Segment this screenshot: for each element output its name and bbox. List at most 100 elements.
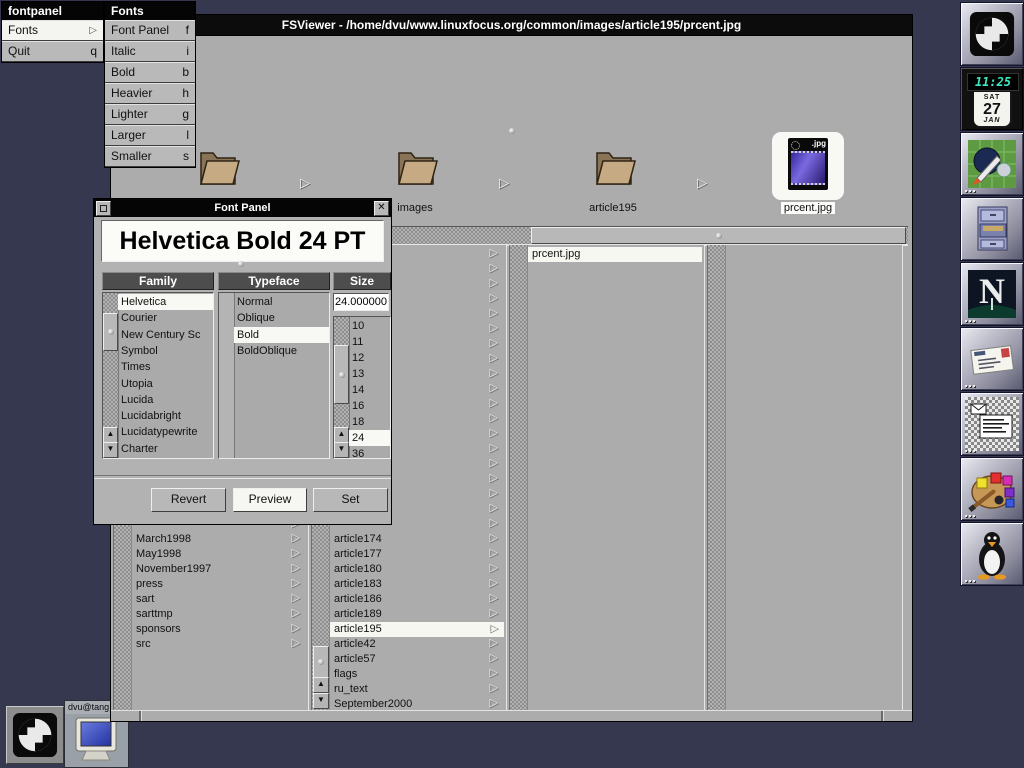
- browser-row[interactable]: article174▷: [330, 532, 504, 547]
- browser-row[interactable]: article189▷: [330, 607, 504, 622]
- list-item[interactable]: 24: [349, 430, 390, 446]
- list-item[interactable]: Helvetica: [118, 294, 213, 310]
- list-item[interactable]: Lucidatypewrite: [118, 424, 213, 440]
- window-resizebar[interactable]: [111, 710, 912, 721]
- close-button[interactable]: ✕: [374, 201, 389, 216]
- list-item[interactable]: Lucidabright: [118, 408, 213, 424]
- column-scrollbar[interactable]: [510, 245, 528, 710]
- list-item[interactable]: 14: [349, 382, 390, 398]
- newsreader-tile[interactable]: [960, 392, 1024, 456]
- folder-icon[interactable]: [391, 140, 439, 190]
- panel-dimple[interactable]: [238, 261, 244, 267]
- list-item[interactable]: BoldOblique: [234, 343, 329, 359]
- netscape-tile[interactable]: N: [960, 262, 1024, 326]
- column-scrollbar-knob[interactable]: [313, 646, 329, 678]
- font-panel-titlebar[interactable]: Font Panel ✕: [94, 199, 391, 217]
- list-item[interactable]: Courier: [118, 310, 213, 326]
- fontpanel-menu-item-quit[interactable]: Quitq: [2, 41, 103, 62]
- fonts-menu-item-larger[interactable]: Largerl: [105, 125, 195, 146]
- menu-item-shortcut: q: [90, 42, 97, 61]
- fontpanel-menu-item-fonts[interactable]: Fonts▷: [2, 20, 103, 41]
- palette-tile[interactable]: [960, 457, 1024, 521]
- browser-row[interactable]: ru_text▷: [330, 682, 504, 697]
- list-item-label: Bold: [237, 329, 259, 341]
- revert-button[interactable]: Revert: [151, 488, 226, 512]
- browser-row[interactable]: article177▷: [330, 547, 504, 562]
- browser-row[interactable]: prcent.jpg: [528, 247, 702, 262]
- file-cabinet-tile[interactable]: [960, 197, 1024, 261]
- list-item[interactable]: Charter: [118, 441, 213, 457]
- wmaker-appicon[interactable]: [6, 706, 64, 764]
- browser-row[interactable]: article195▷: [330, 622, 504, 637]
- graphics-app-tile[interactable]: [960, 132, 1024, 196]
- list-scrollbar[interactable]: ▲▼: [103, 293, 119, 458]
- list-item[interactable]: 13: [349, 366, 390, 382]
- list-item[interactable]: 36: [349, 446, 390, 458]
- list-item[interactable]: 18: [349, 414, 390, 430]
- fonts-menu-title[interactable]: Fonts: [105, 2, 195, 20]
- browser-row[interactable]: September2000▷: [330, 697, 504, 710]
- fonts-menu-item-lighter[interactable]: Lighterg: [105, 104, 195, 125]
- scroll-down-button[interactable]: ▼: [334, 442, 349, 458]
- browser-row[interactable]: sponsors▷: [132, 622, 306, 637]
- set-button[interactable]: Set: [313, 488, 388, 512]
- list-item[interactable]: Utopia: [118, 376, 213, 392]
- fonts-menu-item-heavier[interactable]: Heavierh: [105, 83, 195, 104]
- directory-arrow-icon: ▷: [490, 338, 498, 349]
- list-item[interactable]: 11: [349, 334, 390, 350]
- browser-row[interactable]: sarttmp▷: [132, 607, 306, 622]
- fonts-menu-item-italic[interactable]: Italici: [105, 41, 195, 62]
- column-scrollbar[interactable]: [708, 245, 726, 710]
- folder-icon[interactable]: [589, 140, 637, 190]
- browser-row[interactable]: article180▷: [330, 562, 504, 577]
- list-item[interactable]: 12: [349, 350, 390, 366]
- browser-row[interactable]: article186▷: [330, 592, 504, 607]
- browser-row[interactable]: sart▷: [132, 592, 306, 607]
- scroll-up-button[interactable]: ▲: [103, 427, 118, 443]
- scroll-up-button[interactable]: ▲: [334, 427, 349, 443]
- horizontal-scrollbar-knob[interactable]: [531, 227, 906, 244]
- browser-row[interactable]: article183▷: [330, 577, 504, 592]
- list-item[interactable]: 16: [349, 398, 390, 414]
- asclock-tile[interactable]: 11:25SAT27JAN: [960, 67, 1024, 131]
- jpg-file-icon[interactable]: .jpg: [788, 138, 828, 190]
- directory-arrow-icon: ▷: [292, 638, 300, 649]
- list-scrollbar[interactable]: [219, 293, 235, 458]
- size-input[interactable]: [333, 293, 389, 311]
- list-item[interactable]: Lucida: [118, 392, 213, 408]
- list-item[interactable]: New Century Sc: [118, 327, 213, 343]
- scroll-down-button[interactable]: ▼: [313, 693, 329, 709]
- browser-row[interactable]: flags▷: [330, 667, 504, 682]
- fonts-menu-item-smaller[interactable]: Smallers: [105, 146, 195, 167]
- miniaturize-button[interactable]: [96, 201, 111, 216]
- list-item[interactable]: Normal: [234, 294, 329, 310]
- browser-row[interactable]: March1998▷: [132, 532, 306, 547]
- list-item[interactable]: Symbol: [118, 343, 213, 359]
- window-titlebar[interactable]: FSViewer - /home/dvu/www.linuxfocus.org/…: [111, 15, 912, 36]
- fontpanel-menu-title[interactable]: fontpanel: [2, 2, 103, 20]
- list-item[interactable]: Oblique: [234, 310, 329, 326]
- list-scrollbar[interactable]: ▲▼: [334, 317, 350, 458]
- wmaker-dock-tile[interactable]: [960, 2, 1024, 66]
- preview-button[interactable]: Preview: [233, 488, 307, 512]
- browser-row[interactable]: article42▷: [330, 637, 504, 652]
- list-item[interactable]: 10: [349, 318, 390, 334]
- penguin-tile[interactable]: [960, 522, 1024, 586]
- list-item[interactable]: Bold: [234, 327, 329, 343]
- scroll-down-button[interactable]: ▼: [103, 442, 118, 458]
- browser-row[interactable]: article57▷: [330, 652, 504, 667]
- mail-tile[interactable]: [960, 327, 1024, 391]
- scroll-up-button[interactable]: ▲: [313, 677, 329, 693]
- folder-icon[interactable]: [193, 140, 241, 190]
- list-item[interactable]: Times: [118, 359, 213, 375]
- browser-row[interactable]: press▷: [132, 577, 306, 592]
- browser-row[interactable]: May1998▷: [132, 547, 306, 562]
- shelf-resize-dimple[interactable]: [509, 128, 515, 134]
- browser-row[interactable]: November1997▷: [132, 562, 306, 577]
- browser-row[interactable]: src▷: [132, 637, 306, 652]
- fonts-menu-item-font-panel[interactable]: Font Panelf: [105, 20, 195, 41]
- directory-arrow-icon: ▷: [490, 428, 498, 439]
- list-scrollbar-knob[interactable]: [103, 313, 118, 351]
- list-scrollbar-knob[interactable]: [334, 345, 349, 404]
- fonts-menu-item-bold[interactable]: Boldb: [105, 62, 195, 83]
